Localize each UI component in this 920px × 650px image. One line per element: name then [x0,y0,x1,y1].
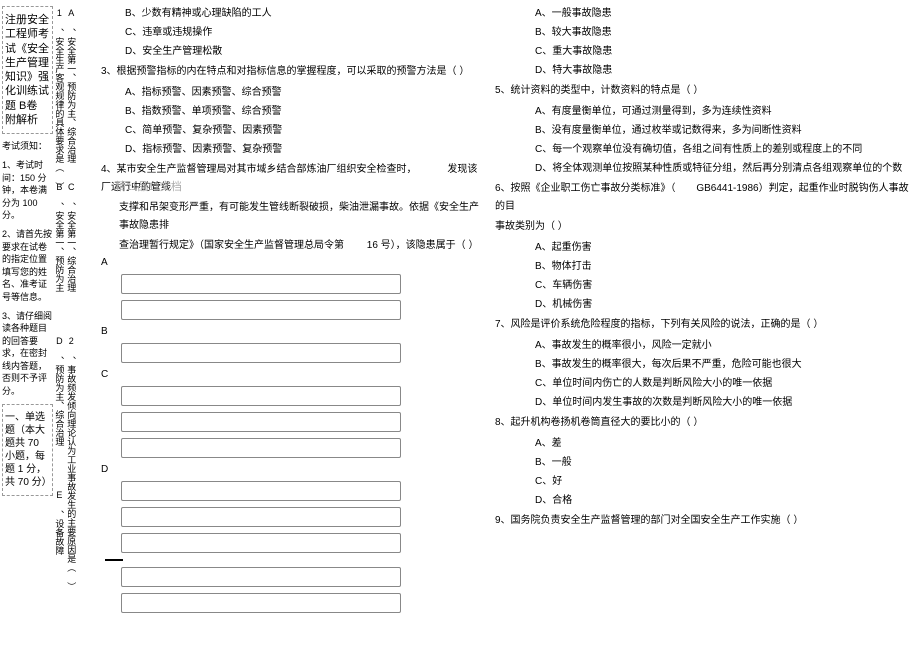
label-B: B [101,326,117,337]
q2-vertical: 2 、事故频发倾向理论认为工业事故发生的主要原因是（ ） [65,336,75,486]
q8-stem: 8、起升机构卷扬机卷筒直径大的要比小的（ ） [495,414,910,432]
q5-optD: D、将全体观测单位按照某种性质或特征分组，然后再分别清点各组观察单位的个数 [495,159,910,178]
q6-optB: B、物体打击 [495,257,910,276]
q3-stem: 3、根据预警指标的内在特点和对指标信息的掌握程度，可以采取的预警方法是（ ） [101,63,479,81]
section-1-header: 一、单选题（本大题共 70 小题，每题 1 分，共 70 分） [5,411,50,489]
answer-box-extra1[interactable] [121,567,401,587]
divider [105,559,123,561]
q5-stem: 5、统计资料的类型中，计数资料的特点是（ ） [495,82,910,100]
q5-optC: C、每一个观察单位没有确切值，各组之间有性质上的差别或程度上的不同 [495,140,910,159]
q2-optC: C、违章或违规操作 [101,23,479,42]
q1-vertical: 1 、安全生产客观规律的具体要求是（ ） [53,8,63,178]
left-column: 注册安全工程师考试《安全生产管理知识》强化训练试题 B卷 附解析 考试须知： 1… [0,0,95,650]
q8-optB: B、一般 [495,453,910,472]
answer-box-extra2[interactable] [121,593,401,613]
q1-optD-vertical: D 、预防为主、综合治理 [53,336,63,486]
q4-optD: D、特大事故隐患 [495,61,910,80]
q6-optD: D、机械伤害 [495,295,910,314]
q2-optE-vertical: E 、设备故障 [53,490,63,570]
q4-line3: 查治理暂行规定》（国家安全生产监督管理总局令第 16 号），该隐患属于（ ） [101,237,479,255]
answer-box-d3[interactable] [121,533,401,553]
q4-line3a: 查治理暂行规定》（国家安全生产监督管理总局令第 [119,240,344,251]
q8-optC: C、好 [495,472,910,491]
q3-optA: A、指标预警、因素预警、综合预警 [101,83,479,102]
exam-title: 注册安全工程师考试《安全生产管理知识》强化训练试题 B卷 附解析 [5,13,50,127]
q7-optD: D、单位时间内发生事故的次数是判断风险大小的唯一依据 [495,393,910,412]
answer-box-d1[interactable] [121,481,401,501]
answer-box-a1[interactable] [121,274,401,294]
middle-column: B、少数有精神或心理缺陷的工人 C、违章或违规操作 D、安全生产管理松散 3、根… [95,0,485,650]
notice-3: 3、请仔细阅读各种题目的回答要求，在密封线内答题，否则不予评分。 [2,310,53,398]
q7-optB: B、事故发生的概率很大，每次后果不严重，危险可能也很大 [495,355,910,374]
q7-stem: 7、风险是评价系统危险程度的指标，下列有关风险的说法，正确的是（ ） [495,316,910,334]
q4-line3b: 16 号），该隐患属于（ ） [347,240,479,251]
exam-title-box: 注册安全工程师考试《安全生产管理知识》强化训练试题 B卷 附解析 [2,6,53,134]
section-1-header-box: 一、单选题（本大题共 70 小题，每题 1 分，共 70 分） [2,404,53,496]
q2-optB: B、少数有精神或心理缺陷的工人 [101,4,479,23]
q7-optA: A、事故发生的概率很小，风险一定就小 [495,336,910,355]
q4-optB: B、较大事故隐患 [495,23,910,42]
right-column: A、一般事故隐患 B、较大事故隐患 C、重大事故隐患 D、特大事故隐患 5、统计… [485,0,920,650]
q8-optD: D、合格 [495,491,910,510]
answer-box-d2[interactable] [121,507,401,527]
q6-stem-c: 事故类别为（ ） [495,218,910,236]
q2-optD: D、安全生产管理松散 [101,42,479,61]
label-A: A [101,257,117,268]
answer-box-c3[interactable] [121,438,401,458]
answer-box-c1[interactable] [121,386,401,406]
q4-optA: A、一般事故隐患 [495,4,910,23]
label-C: C [101,369,117,380]
notice-2: 2、请首先按要求在试卷的指定位置填写您的姓名、准考证号等信息。 [2,228,53,304]
q3-optD: D、指标预警、因素预警、复杂预警 [101,140,479,159]
label-D: D [101,464,117,475]
answer-box-b1[interactable] [121,343,401,363]
notice-header: 考试须知： [2,140,53,153]
watermark: 精11品11文档 [115,178,182,194]
notice-1: 1、考试时间：150 分钟，本卷满分为 100 分。 [2,159,53,222]
answer-box-a2[interactable] [121,300,401,320]
q6-stem: 6、按照《企业职工伤亡事故分类标准》（ GB6441-1986）判定，起重作业时… [495,180,910,216]
q1-optC-vertical: C 、安全第一、综合治理 [65,182,75,332]
q6-stem-a: 6、按照《企业职工伤亡事故分类标准》（ [495,183,676,194]
q4-line2: 支撑和吊架变形严重，有可能发生管线断裂破损，柴油泄漏事故。依据《安全生产事故隐患… [101,199,479,235]
answer-box-c2[interactable] [121,412,401,432]
q9-stem: 9、国务院负责安全生产监督管理的部门对全国安全生产工作实施（ ） [495,512,910,530]
q7-optC: C、单位时间内伤亡的人数是判断风险大小的唯一依据 [495,374,910,393]
q6-optC: C、车辆伤害 [495,276,910,295]
q1-optA-vertical: A 、安全第一、预防为主、综合治理 [65,8,75,178]
q6-optA: A、起重伤害 [495,238,910,257]
q5-optB: B、没有度量衡单位，通过枚举或记数得来，多为间断性资料 [495,121,910,140]
q3-optC: C、简单预警、复杂预警、因素预警 [101,121,479,140]
q3-optB: B、指数预警、单项预警、综合预警 [101,102,479,121]
q8-optA: A、差 [495,434,910,453]
q1-optB-vertical: B 、安全第一、预防为主 [53,182,63,332]
q4-optC: C、重大事故隐患 [495,42,910,61]
q5-optA: A、有度量衡单位，可通过测量得到，多为连续性资料 [495,102,910,121]
q4-line1a: 4、某市安全生产监督管理局对其市域乡结合部炼油厂组织安全检查时， [101,164,417,175]
